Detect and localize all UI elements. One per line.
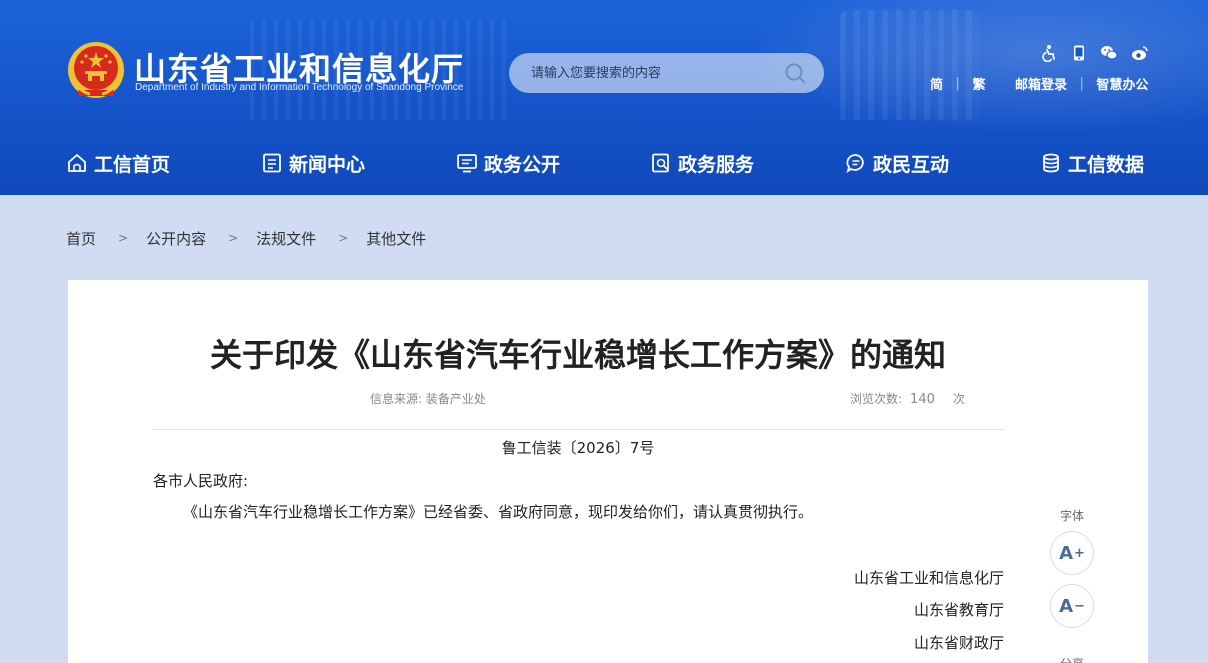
article-card: 关于印发《山东省汽车行业稳增长工作方案》的通知 信息来源: 装备产业处 浏览次数… (68, 280, 1148, 663)
views-label: 浏览次数: (850, 392, 903, 406)
site-subtitle: Department of Industry and Information T… (135, 82, 464, 93)
nav-label: 工信首页 (94, 153, 171, 176)
font-decrease-button[interactable]: A − (1050, 584, 1094, 628)
service-icon (652, 153, 669, 173)
nav-item-interaction[interactable]: 政民互动 (845, 149, 949, 177)
simplified-chinese-link[interactable]: 简 (930, 74, 943, 93)
font-decrease-sign: − (1074, 598, 1085, 614)
article-title: 关于印发《山东省汽车行业稳增长工作方案》的通知 (209, 336, 946, 374)
breadcrumb-public-content[interactable]: 公开内容 (146, 228, 206, 249)
nav-label: 工信数据 (1068, 153, 1145, 176)
smart-office-link[interactable]: 智慧办公 (1096, 74, 1148, 93)
chat-icon (846, 154, 864, 174)
traditional-chinese-link[interactable]: 繁 (972, 74, 985, 93)
nav-item-gov-affairs[interactable]: 政务公开 (456, 149, 560, 177)
views-count: 140 (910, 392, 935, 407)
nav-item-data[interactable]: 工信数据 (1040, 149, 1144, 177)
font-increase-letter: A (1059, 542, 1074, 564)
national-emblem-icon[interactable] (66, 40, 126, 102)
breadcrumb-home[interactable]: 首页 (66, 228, 96, 249)
header-tools (1040, 44, 1150, 64)
link-separator: | (955, 76, 960, 91)
font-increase-button[interactable]: A + (1050, 531, 1094, 575)
home-icon (68, 154, 86, 172)
site-header: 山东省工业和信息化厅 Department of Industry and In… (0, 0, 1208, 195)
mail-login-link[interactable]: 邮箱登录 (1015, 74, 1067, 93)
weibo-icon[interactable] (1131, 44, 1149, 62)
signer-line: 山东省工业和信息化厅 (853, 569, 1004, 587)
nav-item-news[interactable]: 新闻中心 (261, 149, 365, 177)
font-increase-sign: + (1074, 545, 1085, 561)
title-divider (153, 429, 1005, 430)
mobile-icon[interactable] (1070, 44, 1088, 62)
header-building-decoration (840, 10, 980, 120)
signer-line: 山东省教育厅 (913, 601, 1004, 619)
article-salutation: 各市人民政府: (153, 472, 249, 490)
header-decoration (760, 0, 1208, 130)
views-unit: 次 (952, 392, 965, 406)
breadcrumb-separator: > (118, 231, 129, 245)
accessibility-icon[interactable] (1040, 44, 1058, 62)
nav-label: 政务公开 (484, 153, 561, 176)
header-links: 简 | 繁 | 邮箱登录 | 智慧办公 (930, 74, 1148, 94)
share-label: 分享 (1060, 655, 1084, 663)
breadcrumb-regulations[interactable]: 法规文件 (256, 228, 316, 249)
font-decrease-letter: A (1059, 595, 1074, 617)
breadcrumb-other-files[interactable]: 其他文件 (366, 228, 426, 249)
wechat-icon[interactable] (1100, 44, 1118, 62)
main-nav: 工信首页 新闻中心 政务公开 政务服务 政民互动 工信数据 (0, 130, 1208, 195)
breadcrumb-separator: > (338, 231, 349, 245)
article-views: 浏览次数: 140 次 (850, 390, 965, 407)
font-size-label: 字体 (1060, 509, 1085, 523)
news-icon (263, 153, 281, 173)
nav-item-home[interactable]: 工信首页 (66, 149, 170, 177)
database-icon (1043, 153, 1059, 173)
breadcrumb-separator: > (228, 231, 239, 245)
search-icon[interactable] (784, 62, 806, 84)
monitor-icon (457, 154, 477, 173)
nav-label: 政务服务 (678, 153, 755, 176)
nav-item-gov-service[interactable]: 政务服务 (650, 149, 754, 177)
nav-label: 新闻中心 (289, 153, 366, 176)
signer-line: 山东省财政厅 (913, 634, 1004, 652)
breadcrumb: 首页 > 公开内容 > 法规文件 > 其他文件 (66, 228, 426, 248)
document-number: 鲁工信装〔2026〕7号 (501, 439, 655, 457)
link-separator: | (1079, 76, 1084, 91)
nav-label: 政民互动 (873, 153, 950, 176)
article-source: 信息来源: 装备产业处 (370, 392, 486, 406)
search-box (509, 53, 824, 93)
article-body: 《山东省汽车行业稳增长工作方案》已经省委、省政府同意，现印发给你们，请认真贯彻执… (183, 503, 814, 521)
search-input[interactable] (531, 53, 781, 93)
